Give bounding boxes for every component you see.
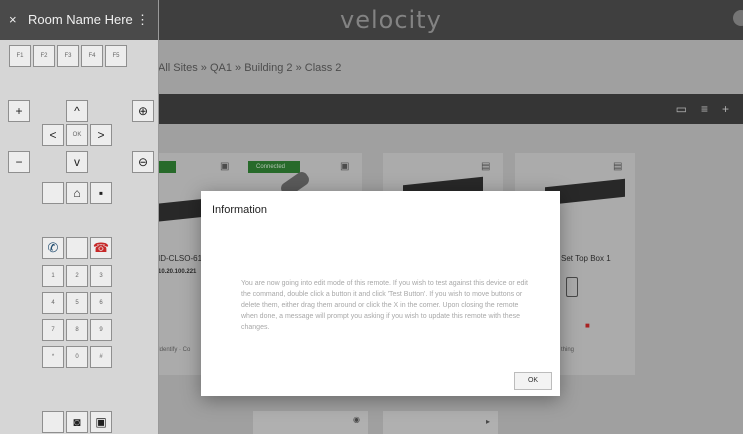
nav-down-button[interactable]: v (66, 151, 88, 173)
f2-button[interactable]: F2 (33, 45, 55, 67)
dialog-message: You are now going into edit mode of this… (241, 280, 528, 331)
remote-panel: × Room Name Here ⋮ F1 F2 F3 F4 F5 + ^ ⊕ … (0, 0, 159, 434)
nav-right-button[interactable]: > (90, 124, 112, 146)
camera-icon[interactable]: ◙ (66, 411, 88, 433)
back-button[interactable] (42, 182, 64, 204)
f5-button[interactable]: F5 (105, 45, 127, 67)
dialog-title: Information (212, 204, 268, 216)
keypad-6[interactable]: 6 (90, 292, 112, 314)
keypad-2[interactable]: 2 (66, 265, 88, 287)
f1-button[interactable]: F1 (9, 45, 31, 67)
keypad-4[interactable]: 4 (42, 292, 64, 314)
menu-icon[interactable]: ⋮ (136, 12, 149, 28)
home-icon[interactable]: ⌂ (66, 182, 88, 204)
nav-left-button[interactable]: < (42, 124, 64, 146)
menu-button[interactable] (42, 411, 64, 433)
keypad-8[interactable]: 8 (66, 319, 88, 341)
information-dialog: Information You are now going into edit … (201, 191, 560, 396)
zoom-in-icon[interactable]: ⊕ (132, 100, 154, 122)
keypad-3[interactable]: 3 (90, 265, 112, 287)
keypad-5[interactable]: 5 (66, 292, 88, 314)
ok-button[interactable]: OK (514, 372, 552, 390)
remote-header: × Room Name Here ⋮ (0, 0, 158, 40)
keypad-0[interactable]: 0 (66, 346, 88, 368)
ok-nav-button[interactable]: OK (66, 124, 88, 146)
picture-icon[interactable]: ▣ (90, 411, 112, 433)
f3-button[interactable]: F3 (57, 45, 79, 67)
hangup-icon[interactable]: ☎ (90, 237, 112, 259)
keypad-star[interactable]: * (42, 346, 64, 368)
remote-title: Room Name Here (28, 12, 133, 27)
call-icon[interactable]: ✆ (42, 237, 64, 259)
nav-up-button[interactable]: ^ (66, 100, 88, 122)
f4-button[interactable]: F4 (81, 45, 103, 67)
blank-button[interactable] (66, 237, 88, 259)
keypad-7[interactable]: 7 (42, 319, 64, 341)
close-icon[interactable]: × (9, 12, 17, 27)
zoom-out-icon[interactable]: ⊖ (132, 151, 154, 173)
keypad-9[interactable]: 9 (90, 319, 112, 341)
volume-down-button[interactable]: − (8, 151, 30, 173)
keypad-1[interactable]: 1 (42, 265, 64, 287)
menu-square-icon[interactable]: ▪ (90, 182, 112, 204)
keypad-hash[interactable]: # (90, 346, 112, 368)
volume-up-button[interactable]: + (8, 100, 30, 122)
